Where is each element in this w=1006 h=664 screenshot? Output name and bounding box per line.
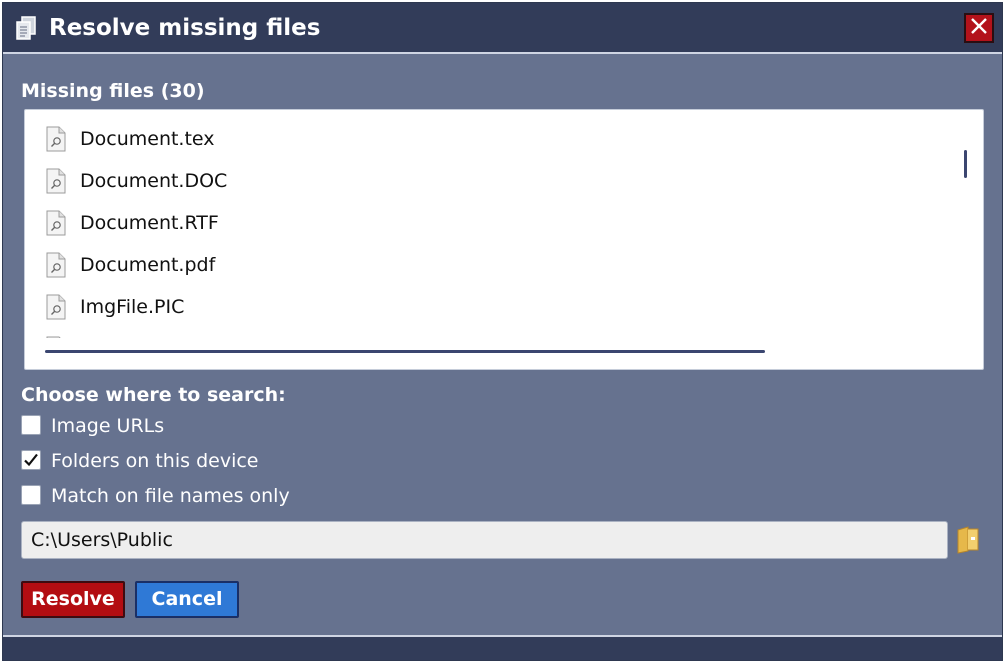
dialog-footer (3, 635, 1002, 660)
file-search-icon (45, 126, 67, 152)
close-icon (969, 16, 989, 40)
file-name: Document.RTF (80, 212, 219, 234)
image-urls-checkbox[interactable] (21, 415, 41, 435)
match-names-checkbox[interactable] (21, 485, 41, 505)
title-bar: Resolve missing files (3, 3, 1002, 54)
file-name: Document.tex (80, 128, 215, 150)
list-item[interactable]: Document.DOC (25, 162, 925, 204)
list-item[interactable] (25, 330, 925, 338)
folder-icon[interactable] (956, 526, 980, 554)
file-search-icon (45, 168, 67, 194)
list-item[interactable]: Document.pdf (25, 246, 925, 288)
cancel-button[interactable]: Cancel (135, 581, 239, 618)
dialog-title: Resolve missing files (49, 15, 321, 41)
documents-icon (13, 15, 39, 43)
option-label: Image URLs (51, 415, 165, 437)
list-item[interactable]: ImgFile.PIC (25, 288, 925, 330)
file-name: Document.pdf (80, 254, 216, 276)
close-button[interactable] (964, 13, 994, 43)
missing-files-list[interactable]: Document.tex Document.DOC Document.RTF D… (24, 109, 984, 370)
option-label: Match on file names only (51, 485, 290, 507)
horizontal-scrollbar[interactable] (45, 350, 765, 353)
list-item[interactable]: Document.tex (25, 120, 925, 162)
folders-checkbox[interactable] (21, 450, 41, 470)
search-location-label: Choose where to search: (21, 384, 286, 406)
file-search-icon (45, 210, 67, 236)
vertical-scrollbar[interactable] (964, 150, 967, 178)
file-search-icon (45, 336, 67, 338)
file-search-icon (45, 294, 67, 320)
list-item[interactable]: Document.RTF (25, 204, 925, 246)
search-path-input[interactable]: C:\Users\Public (21, 521, 948, 559)
file-name: Document.DOC (80, 170, 228, 192)
resolve-button[interactable]: Resolve (21, 581, 125, 618)
resolve-missing-files-dialog: Resolve missing files Missing files (30) (2, 2, 1003, 661)
file-search-icon (45, 252, 67, 278)
file-name: ImgFile.PIC (80, 296, 185, 318)
option-label: Folders on this device (51, 450, 259, 472)
missing-files-label: Missing files (30) (21, 80, 205, 102)
